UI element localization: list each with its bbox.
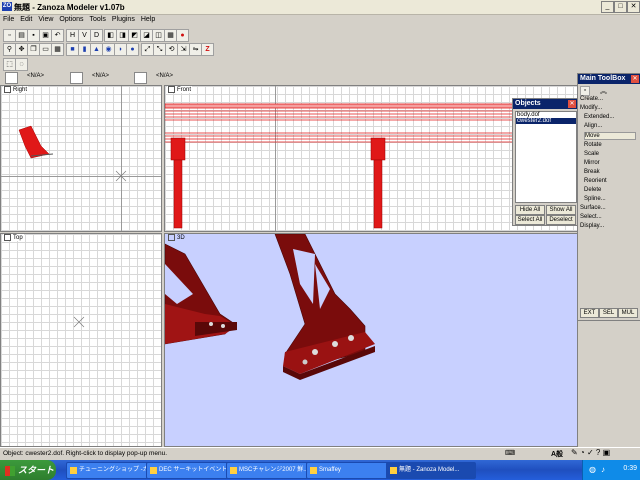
undo-icon[interactable]: ↶ [51,29,64,42]
viewport-selector-3[interactable]: <N/A> [132,72,192,84]
taskbar-item[interactable]: DEC サーキットイベント... [146,462,236,479]
objects-panel: Objects ✕ body.dof cwester2.dof Hide All… [512,98,578,226]
toolbox-item-reorient[interactable]: Reorient [584,178,607,184]
toolbox-close-icon[interactable]: ✕ [631,75,639,83]
show-all-button[interactable]: Show All [546,205,576,215]
toolbox-item-break[interactable]: Break [584,169,600,175]
ime-label[interactable]: A般 [551,449,563,459]
toolbox-item-mirror[interactable]: Mirror [584,160,600,166]
objects-list[interactable]: body.dof cwester2.dof [515,111,577,203]
toolbox-item-move[interactable]: Move [584,132,636,140]
window-title: 無題 - Zanoza Modeler v1.07b [14,3,125,12]
menu-file[interactable]: File [0,15,17,23]
menu-options[interactable]: Options [56,15,86,23]
toolbox-item-select[interactable]: Select... [580,214,602,220]
view-d-button[interactable]: D [90,29,103,42]
maximize-button[interactable]: □ [614,1,627,13]
main-toolbox: Main ToolBox ✕ ▫ ︽ Create... Modify... E… [577,73,640,321]
toolbar-row-2: ⚲ ✥ ❐ ▭ ▦ ■ ▮ ▲ ◉ ◗ ● ⤢ ⤡ ⟲ ⇲ ⇋ Z [0,42,640,56]
toolbox-tab-ext[interactable]: EXT [580,308,599,318]
toolbox-tab-mul[interactable]: MUL [618,308,638,318]
title-bar: ZO 無題 - Zanoza Modeler v1.07b _ □ ✕ [0,0,640,15]
viewport-selector-label-2: <N/A> [92,73,110,79]
toolbox-item-spline[interactable]: Spline... [584,196,606,202]
viewport-selector-label-1: <N/A> [27,73,45,79]
grid-icon[interactable]: ▦ [51,43,64,56]
toolbox-tab-sel[interactable]: SEL [599,308,618,318]
viewport-toggle-2[interactable] [70,72,83,84]
viewport-top[interactable]: Top [0,233,162,447]
toolbar-row-3: ⬚ ◌ [0,57,640,71]
taskbar-item[interactable]: Smaffey [306,462,396,479]
toolbox-item-align[interactable]: Align... [584,123,602,129]
toolbox-item-scale[interactable]: Scale [584,151,599,157]
viewport-3d[interactable]: 3D [164,233,578,447]
viewport-right[interactable]: Right [0,85,162,232]
start-button[interactable]: スタート [0,460,56,480]
select-all-button[interactable]: Select All [515,215,545,225]
right-view-model [18,125,127,182]
ime-mode-icon[interactable]: ⌨ [505,449,515,457]
app-logo-icon: ZO [2,2,12,11]
viewport-toggle-1[interactable] [5,72,18,84]
volume-icon[interactable]: ♪ [601,465,605,474]
toolbox-item-create[interactable]: Create... [580,96,603,102]
minimize-button[interactable]: _ [601,1,614,13]
toolbox-pin-icon[interactable]: ▫ [580,86,590,96]
menu-tools[interactable]: Tools [87,15,109,23]
system-tray: ◍ ♪ 0:39 [582,460,640,480]
taskbar-item-active[interactable]: 無題 - Zanoza Model... [386,462,476,479]
toolbox-item-modify[interactable]: Modify... [580,105,602,111]
menu-bar: File Edit View Options Tools Plugins Help [0,15,640,26]
taskbar-item[interactable]: チューニングショップ -カ... [66,462,156,479]
z-icon[interactable]: Z [201,43,214,56]
menu-view[interactable]: View [35,15,56,23]
menu-plugins[interactable]: Plugins [109,15,138,23]
ime-tools-icon[interactable]: ✎ ◔ ✓ ? ▣ [571,448,610,457]
network-icon[interactable]: ◍ [589,465,596,474]
select-circle-icon[interactable]: ◌ [15,58,28,71]
hide-all-button[interactable]: Hide All [515,205,545,215]
toolbar-row-1: ▫ ▤ ▪ ▣ ↶ H V D ◧ ◨ ◩ ◪ ◫ ▦ ● [0,28,640,42]
toolbox-item-delete[interactable]: Delete [584,187,601,193]
list-item[interactable]: cwester2.dof [516,118,576,124]
deselect-button[interactable]: Deselect [546,215,576,225]
viewport-selector-label-3: <N/A> [156,73,174,79]
3d-view-model [165,234,375,380]
clock: 0:39 [623,465,637,472]
toolbox-item-surface[interactable]: Surface... [580,205,606,211]
start-label: スタート [18,465,55,475]
windows-logo-icon [5,465,15,476]
taskbar-item[interactable]: MSCチャレンジ2007 鮮... [226,462,316,479]
close-button[interactable]: ✕ [627,1,640,13]
taskbar: スタート チューニングショップ -カ... DEC サーキットイベント... M… [0,460,640,480]
top-view-model [73,316,85,328]
status-text: Object: cwester2.dof. Right-click to dis… [3,450,168,457]
sphere-icon[interactable]: ● [176,29,189,42]
viewport-toggle-3[interactable] [134,72,147,84]
ime-toolbar[interactable]: ⌨ A般 ✎ ◔ ✓ ? ▣ [505,447,635,460]
viewport-selector-2[interactable]: <N/A> [68,72,128,84]
toolbox-collapse-icon[interactable]: ︽ [600,86,607,96]
sphere-solid-icon[interactable]: ● [126,43,139,56]
toolbox-item-display[interactable]: Display... [580,223,604,229]
toolbox-item-rotate[interactable]: Rotate [584,142,602,148]
menu-edit[interactable]: Edit [17,15,35,23]
toolbox-item-extended[interactable]: Extended... [584,114,614,120]
objects-close-icon[interactable]: ✕ [568,100,576,108]
menu-help[interactable]: Help [138,15,158,23]
